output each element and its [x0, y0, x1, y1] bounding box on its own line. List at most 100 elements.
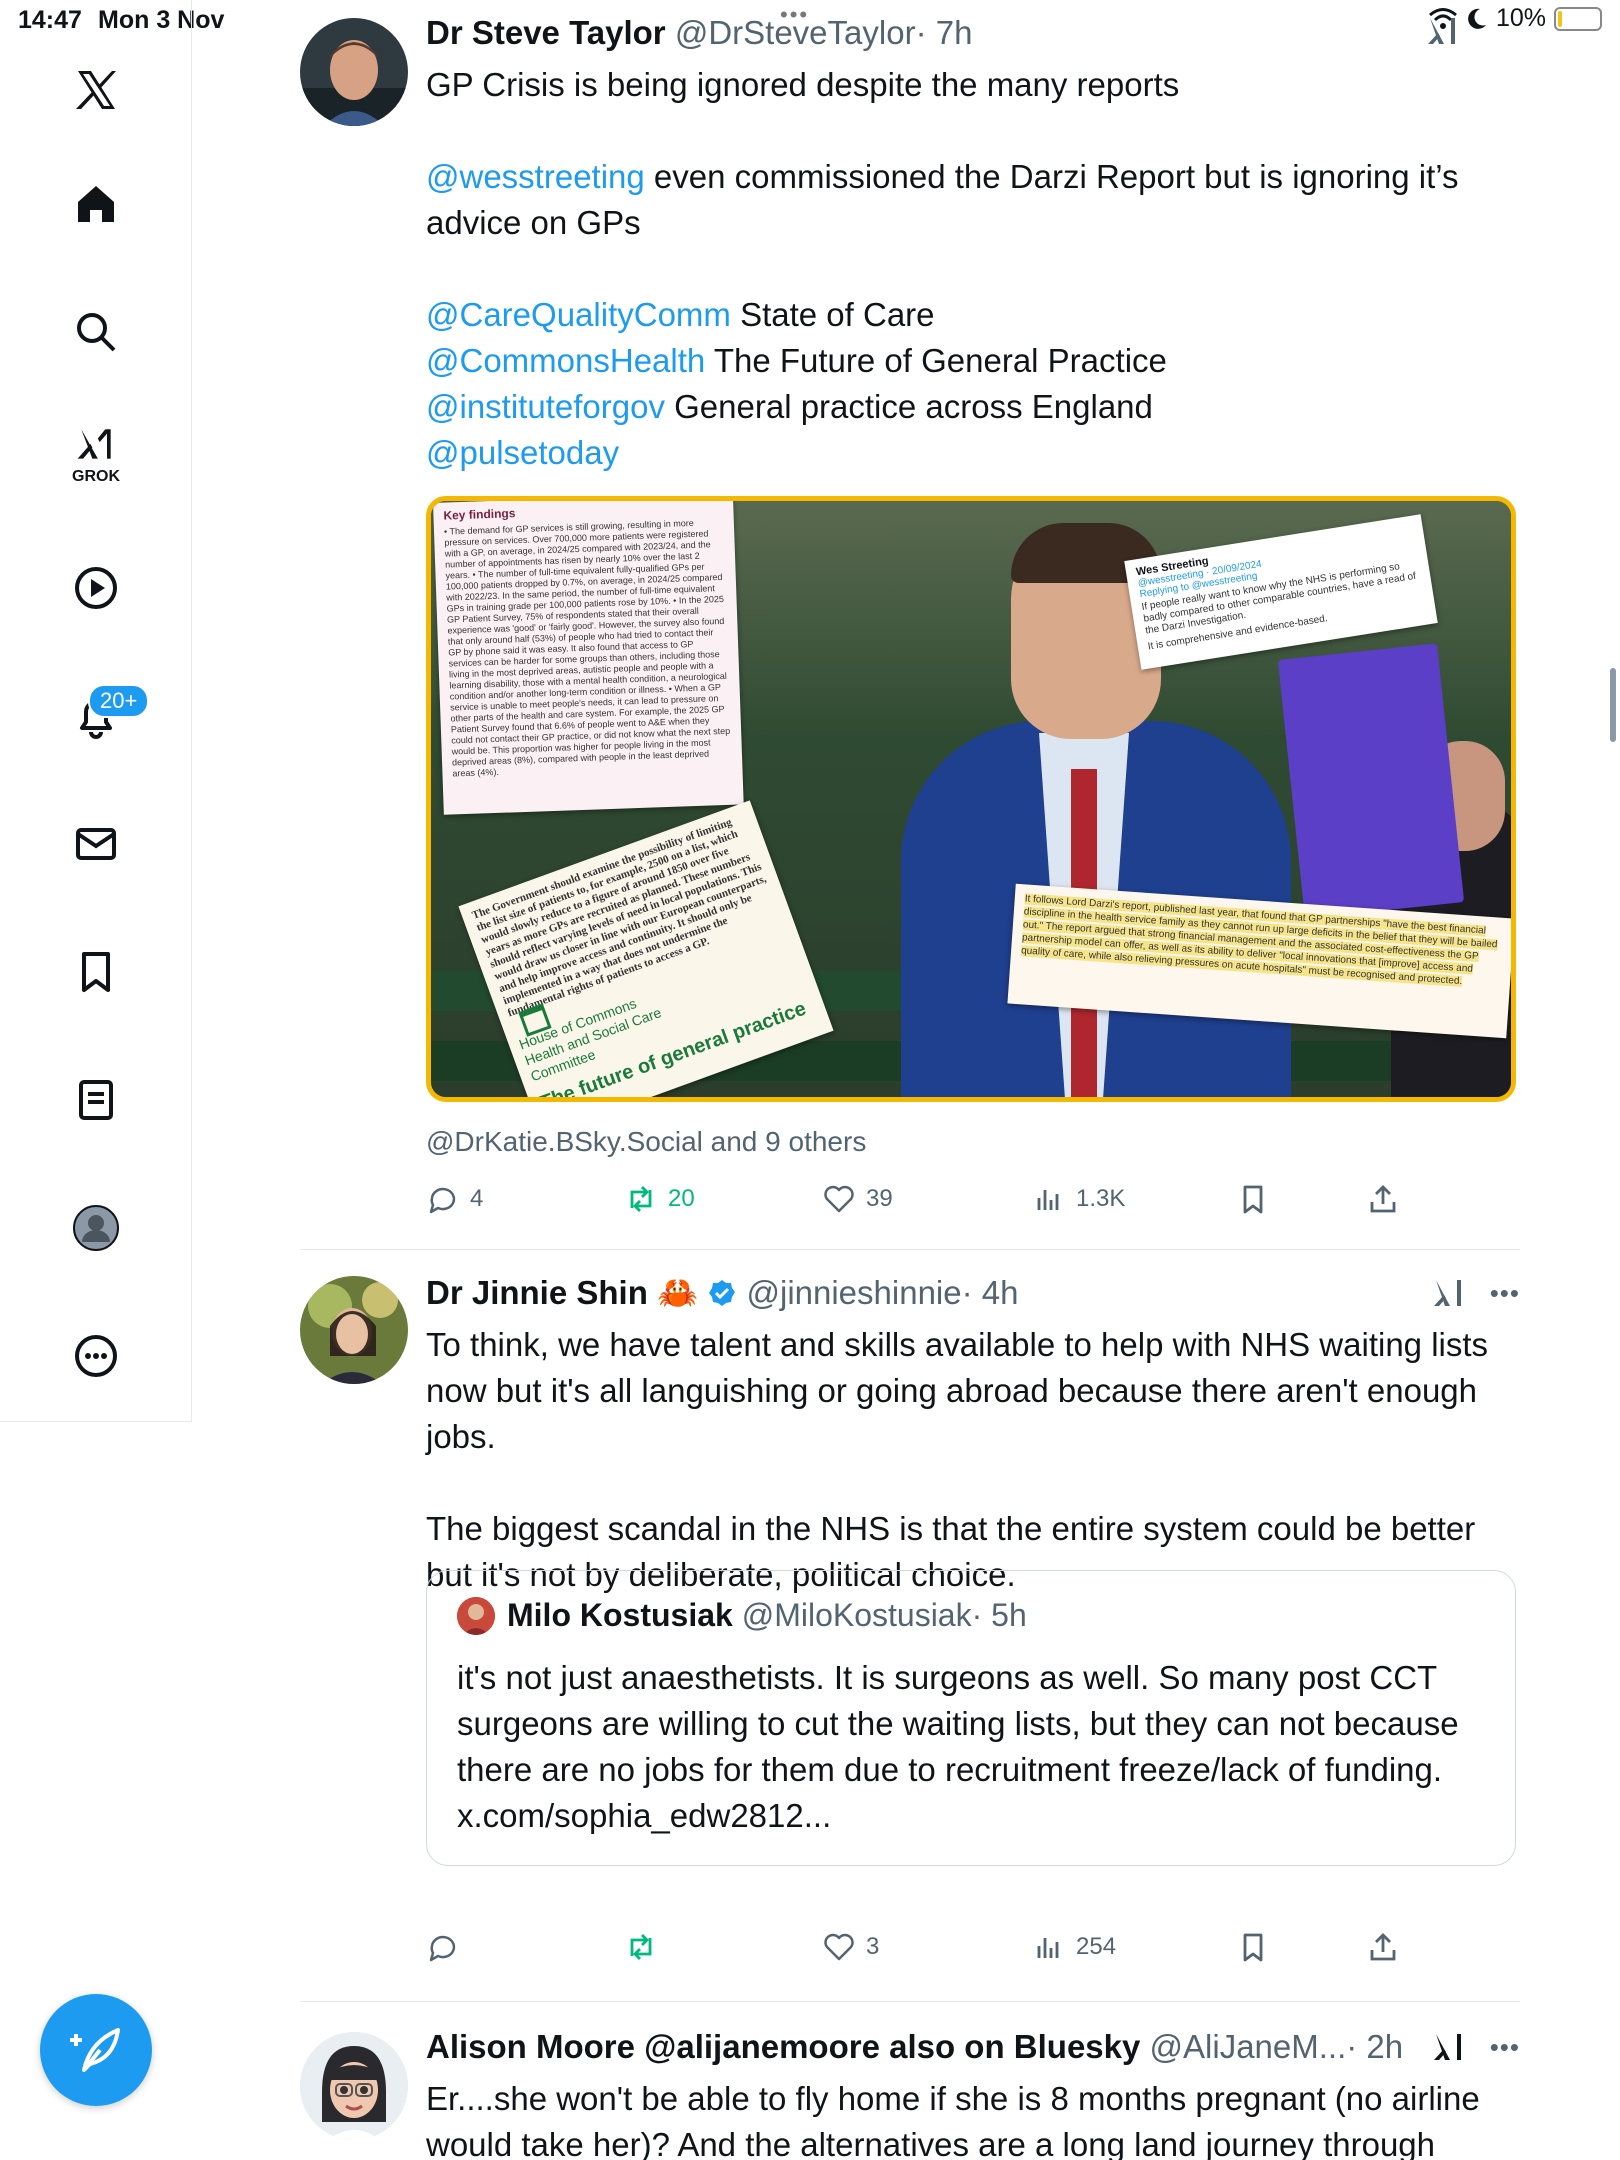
grok-icon[interactable] — [1426, 14, 1460, 48]
quoted-header: Milo Kostusiak @MiloKostusiak· 5h — [507, 1597, 1027, 1634]
avatar[interactable] — [300, 2032, 408, 2140]
mention-link[interactable]: @instituteforgov — [426, 388, 665, 425]
heart-icon — [824, 1933, 854, 1961]
heart-icon — [824, 1185, 854, 1213]
tweet-top-icons: ••• — [1432, 2030, 1520, 2064]
notifications-badge: 20+ — [88, 684, 150, 718]
grok-label: GROK — [72, 468, 120, 485]
tweet-header: Dr Jinnie Shin 🦀 @jinnieshinnie· 4h — [426, 1274, 1019, 1313]
views-button[interactable]: 1.3K — [1032, 1182, 1125, 1216]
views-count: 254 — [1076, 1933, 1117, 1960]
quoted-tweet[interactable]: Milo Kostusiak @MiloKostusiak· 5h it's n… — [426, 1570, 1516, 1866]
like-count: 3 — [866, 1933, 880, 1960]
key-findings-text: • The demand for GP services is still gr… — [443, 517, 731, 779]
tweet-time[interactable]: · 4h — [962, 1274, 1019, 1311]
like-count: 39 — [866, 1185, 893, 1212]
home-icon[interactable] — [46, 154, 146, 254]
repost-count: 20 — [668, 1185, 695, 1212]
ref-text: State of Care — [730, 296, 935, 333]
tweet-text: To think, we have talent and skills avai… — [426, 1322, 1516, 1598]
bookmark-icon — [1243, 1933, 1263, 1962]
repost-button[interactable] — [624, 1930, 668, 1964]
tweet[interactable]: Dr Jinnie Shin 🦀 @jinnieshinnie· 4h ••• … — [300, 1250, 1520, 2000]
tweet[interactable]: Alison Moore @alijanemoore also on Blues… — [300, 2002, 1520, 2160]
author-handle[interactable]: @jinnieshinnie — [746, 1274, 961, 1311]
author-name[interactable]: Alison Moore @alijanemoore also on Blues… — [426, 2028, 1140, 2065]
battery-fill — [1558, 10, 1562, 27]
compose-button[interactable] — [40, 1994, 152, 2106]
reply-button[interactable]: 4 — [426, 1182, 483, 1216]
repost-icon — [630, 1934, 652, 1960]
reply-icon — [429, 1935, 456, 1962]
x-logo-icon[interactable] — [46, 40, 146, 140]
views-button[interactable]: 254 — [1032, 1930, 1116, 1964]
mention-link[interactable]: @wesstreeting — [426, 158, 645, 195]
share-button[interactable] — [1366, 1182, 1400, 1216]
reply-count: 4 — [470, 1185, 484, 1212]
profile-icon[interactable] — [46, 1178, 146, 1278]
avatar[interactable] — [300, 1276, 408, 1384]
reply-button[interactable] — [426, 1930, 470, 1964]
quoted-time: · 5h — [971, 1597, 1027, 1633]
tweet-header: Alison Moore @alijanemoore also on Blues… — [426, 2028, 1403, 2066]
ref-text: The Future of General Practice — [705, 342, 1167, 379]
tweet-actions: 3 254 — [426, 1930, 1516, 1970]
author-name[interactable]: Dr Steve Taylor — [426, 14, 666, 51]
tweet-time[interactable]: · 7h — [916, 14, 973, 51]
key-findings-card: Key findings • The demand for GP service… — [433, 501, 744, 815]
ref-line: @pulsetoday — [426, 430, 1516, 476]
tweet-top-icons — [1426, 14, 1460, 48]
tweet[interactable]: Dr Steve Taylor @DrSteveTaylor· 7h GP Cr… — [300, 0, 1520, 1250]
repost-button[interactable]: 20 — [624, 1182, 695, 1216]
quoted-avatar[interactable] — [457, 1597, 495, 1635]
repost-icon — [630, 1186, 652, 1212]
ref-line: @CommonsHealth The Future of General Pra… — [426, 338, 1516, 384]
bookmark-button[interactable] — [1236, 1930, 1270, 1964]
grok-icon[interactable]: GROK — [46, 404, 146, 504]
author-handle[interactable]: @AliJaneM... — [1150, 2028, 1347, 2065]
mention-link[interactable]: @CommonsHealth — [426, 342, 705, 379]
mail-icon[interactable] — [46, 794, 146, 894]
tweet-line: GP Crisis is being ignored despite the m… — [426, 66, 1180, 103]
key-findings-title: Key findings — [443, 506, 516, 523]
grok-icon[interactable] — [1432, 2030, 1466, 2064]
compose-icon — [70, 2028, 120, 2072]
tweet-time[interactable]: · 2h — [1346, 2028, 1403, 2065]
views-count: 1.3K — [1076, 1185, 1126, 1212]
more-options-icon[interactable]: ••• — [1490, 1278, 1520, 1309]
share-button[interactable] — [1366, 1930, 1400, 1964]
ref-line: @instituteforgov General practice across… — [426, 384, 1516, 430]
grok-icon[interactable] — [1432, 1276, 1466, 1310]
author-handle[interactable]: @DrSteveTaylor — [675, 14, 916, 51]
bookmark-icon — [1243, 1185, 1263, 1214]
mention-link[interactable]: @pulsetoday — [426, 434, 619, 471]
like-button[interactable]: 39 — [822, 1182, 893, 1216]
ref-text: General practice across England — [664, 388, 1153, 425]
like-button[interactable]: 3 — [822, 1930, 879, 1964]
tweet-paragraph: @wesstreeting even commissioned the Darz… — [426, 154, 1516, 246]
search-icon[interactable] — [46, 282, 146, 382]
bookmark-icon[interactable] — [46, 922, 146, 1022]
play-icon[interactable] — [46, 538, 146, 638]
avatar[interactable] — [300, 18, 408, 126]
verified-badge-icon[interactable] — [707, 1278, 737, 1308]
tagged-users[interactable]: @DrKatie.BSky.Social and 9 others — [426, 1126, 866, 1158]
darzi-report-booklet — [1277, 643, 1465, 919]
tweet-top-icons: ••• — [1432, 1276, 1520, 1310]
list-icon[interactable] — [46, 1050, 146, 1150]
author-name[interactable]: Dr Jinnie Shin — [426, 1274, 648, 1311]
tweet-header: Dr Steve Taylor @DrSteveTaylor· 7h — [426, 14, 972, 52]
more-icon[interactable] — [46, 1306, 146, 1406]
quoted-text: it's not just anaesthetists. It is surge… — [457, 1659, 1459, 1834]
ref-line: @CareQualityComm State of Care — [426, 292, 1516, 338]
scrollbar[interactable] — [1610, 668, 1616, 742]
tweet-paragraph: To think, we have talent and skills avai… — [426, 1326, 1489, 1455]
reply-icon — [429, 1187, 456, 1214]
bookmark-button[interactable] — [1236, 1182, 1270, 1216]
mention-link[interactable]: @CareQualityComm — [426, 296, 731, 333]
tweet-text: Er....she won't be able to fly home if s… — [426, 2080, 1480, 2160]
share-icon — [1370, 1185, 1396, 1213]
tweet-media-image[interactable]: Key findings • The demand for GP service… — [426, 496, 1516, 1102]
tweet-text: GP Crisis is being ignored despite the m… — [426, 62, 1516, 476]
more-options-icon[interactable]: ••• — [1490, 2032, 1520, 2063]
